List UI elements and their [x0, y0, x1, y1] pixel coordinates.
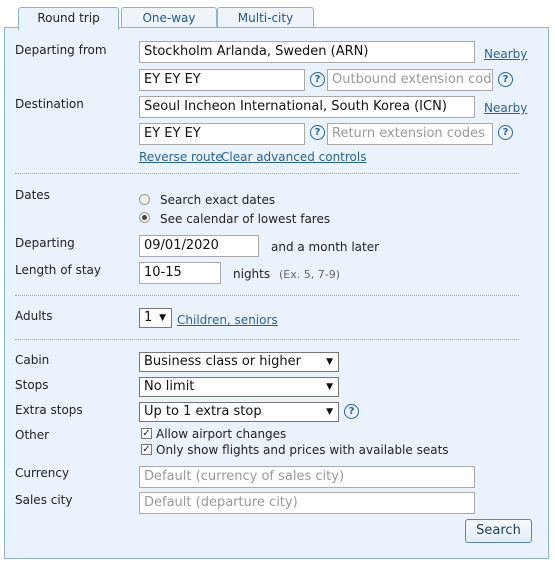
- separator: [15, 339, 519, 340]
- nearby-origin-link[interactable]: Nearby: [484, 47, 527, 61]
- search-button[interactable]: Search: [465, 519, 532, 543]
- clear-advanced-controls-link[interactable]: Clear advanced controls: [221, 150, 367, 164]
- nights-text: nights: [233, 267, 271, 281]
- available-seats-checkbox[interactable]: ✓: [141, 444, 152, 455]
- departing-from-input[interactable]: Stockholm Arlanda, Sweden (ARN): [139, 41, 475, 63]
- departing-label: Departing: [15, 236, 75, 250]
- outbound-routing-input[interactable]: EY EY EY: [139, 69, 305, 91]
- stops-value: No limit: [144, 379, 195, 394]
- children-seniors-link[interactable]: Children, seniors: [177, 313, 278, 327]
- adults-select[interactable]: 1 ▼: [139, 308, 172, 328]
- help-icon[interactable]: ?: [498, 125, 513, 140]
- stops-select[interactable]: No limit ▼: [139, 377, 339, 397]
- calendar-lowest-fares-label: See calendar of lowest fares: [160, 212, 331, 226]
- exact-dates-label: Search exact dates: [160, 193, 276, 207]
- help-icon[interactable]: ?: [310, 125, 325, 140]
- nearby-destination-link[interactable]: Nearby: [484, 101, 527, 115]
- month-later-text: and a month later: [271, 240, 380, 254]
- exact-dates-radio[interactable]: [139, 194, 150, 205]
- currency-input[interactable]: Default (currency of sales city): [139, 466, 475, 488]
- tab-one-way[interactable]: One-way: [121, 7, 217, 27]
- help-icon[interactable]: ?: [310, 72, 325, 87]
- cabin-value: Business class or higher: [144, 354, 301, 369]
- adults-value: 1: [144, 310, 153, 325]
- tab-multi-city[interactable]: Multi-city: [217, 7, 314, 27]
- extra-stops-value: Up to 1 extra stop: [144, 404, 262, 419]
- separator: [15, 173, 519, 174]
- dates-label: Dates: [15, 188, 50, 202]
- help-icon[interactable]: ?: [344, 404, 359, 419]
- other-label: Other: [15, 428, 50, 442]
- cabin-label: Cabin: [15, 353, 50, 367]
- help-icon[interactable]: ?: [498, 72, 513, 87]
- chevron-down-icon: ▼: [326, 407, 333, 417]
- adults-label: Adults: [15, 309, 53, 323]
- sales-city-input[interactable]: Default (departure city): [139, 492, 475, 514]
- calendar-lowest-fares-radio[interactable]: [139, 212, 150, 223]
- return-extension-input[interactable]: Return extension codes: [327, 123, 493, 145]
- sales-city-label: Sales city: [15, 493, 73, 507]
- extra-stops-select[interactable]: Up to 1 extra stop ▼: [139, 402, 339, 422]
- tab-round-trip[interactable]: Round trip: [18, 7, 119, 30]
- destination-input[interactable]: Seoul Incheon International, South Korea…: [139, 96, 475, 118]
- departing-date-input[interactable]: 09/01/2020: [139, 235, 259, 257]
- separator: [15, 295, 519, 296]
- chevron-down-icon: ▼: [326, 357, 333, 367]
- destination-label: Destination: [15, 97, 84, 111]
- currency-label: Currency: [15, 466, 70, 480]
- available-seats-label: Only show flights and prices with availa…: [156, 443, 449, 457]
- length-of-stay-label: Length of stay: [15, 263, 101, 277]
- chevron-down-icon: ▼: [159, 313, 166, 323]
- return-routing-input[interactable]: EY EY EY: [139, 123, 305, 145]
- reverse-route-link[interactable]: Reverse route: [139, 150, 223, 164]
- extra-stops-label: Extra stops: [15, 403, 83, 417]
- nights-hint: (Ex. 5, 7-9): [279, 268, 340, 281]
- outbound-extension-input[interactable]: Outbound extension codes: [327, 69, 493, 91]
- allow-airport-changes-checkbox[interactable]: ✓: [141, 428, 152, 439]
- length-of-stay-input[interactable]: 10-15: [139, 262, 221, 284]
- stops-label: Stops: [15, 378, 49, 392]
- allow-airport-changes-label: Allow airport changes: [156, 427, 287, 441]
- cabin-select[interactable]: Business class or higher ▼: [139, 352, 339, 372]
- chevron-down-icon: ▼: [326, 382, 333, 392]
- departing-from-label: Departing from: [15, 43, 107, 57]
